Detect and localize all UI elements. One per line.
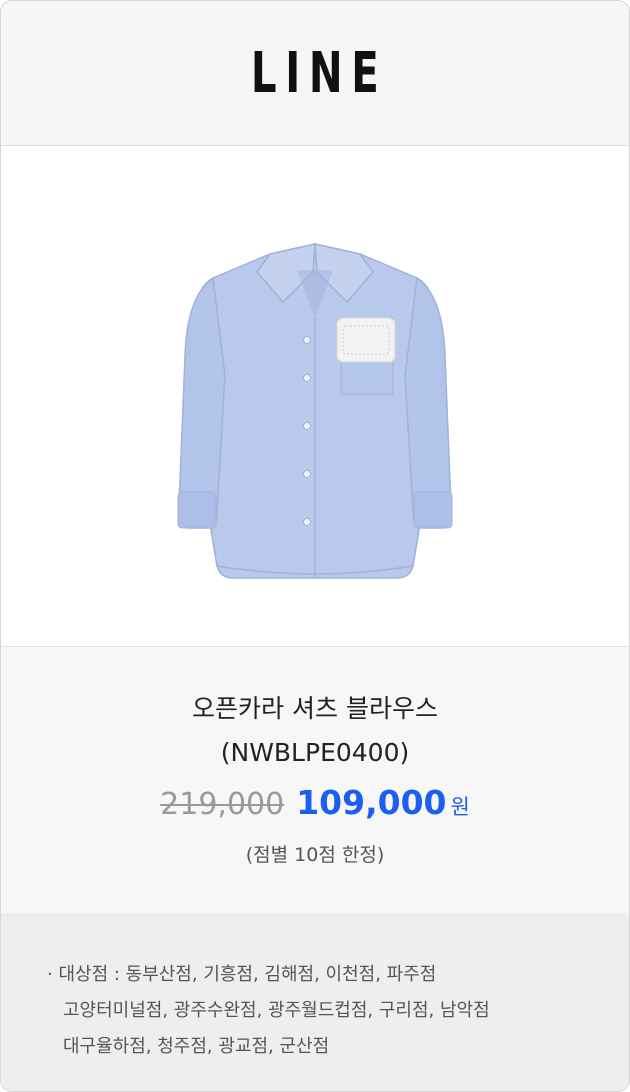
right-sleeve: [404, 276, 453, 529]
target-stores: · 대상점 : 동부산점, 기흥점, 김해점, 이천점, 파주점 고양터미널점,…: [1, 913, 629, 1091]
currency-label: 원: [450, 795, 470, 819]
left-sleeve: [177, 276, 226, 529]
product-name: 오픈카라 셔츠 블라우스: [192, 694, 438, 723]
original-price: 219,000: [160, 787, 285, 822]
stores-line: 고양터미널점, 광주수완점, 광주월드컵점, 구리점, 남악점: [63, 1000, 490, 1021]
product-image-area: [1, 146, 629, 647]
sale-price: 109,000: [296, 783, 447, 822]
stores-line: · 대상점 : 동부산점, 기흥점, 김해점, 이천점, 파주점: [47, 964, 437, 985]
right-cuff: [413, 491, 453, 529]
brand-logo: LINE: [251, 40, 388, 106]
price-row: 219,000 109,000 원: [1, 783, 629, 822]
brand-header: LINE: [1, 1, 629, 146]
left-cuff: [177, 491, 217, 529]
limit-note: (점별 10점 한정): [245, 844, 385, 866]
product-image[interactable]: [165, 206, 465, 586]
product-card: LINE 오픈카라 셔츠 블라우스 (NWBLPE0400) 219,000 1…: [0, 0, 630, 1092]
stores-line: 대구율하점, 청주점, 광교점, 군산점: [63, 1036, 330, 1057]
product-info: 오픈카라 셔츠 블라우스 (NWBLPE0400) 219,000 109,00…: [1, 647, 629, 913]
product-code: (NWBLPE0400): [220, 738, 410, 767]
lace-patch: [336, 317, 396, 363]
